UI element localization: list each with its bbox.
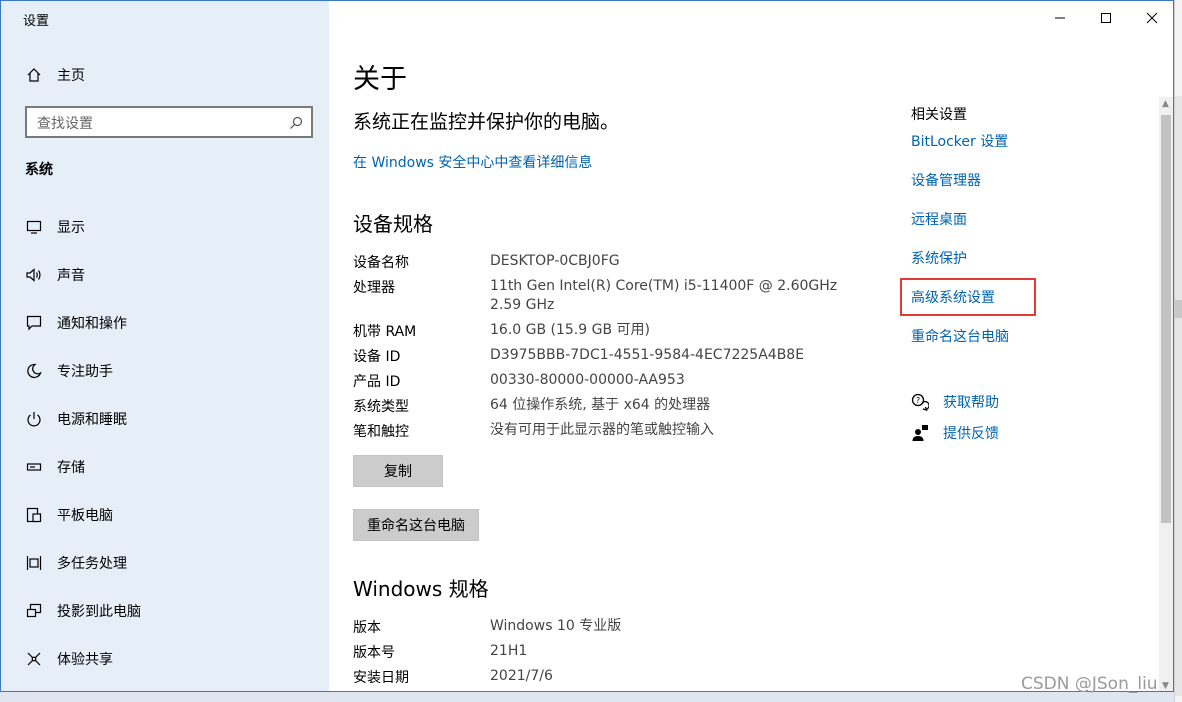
- page-title: 关于: [353, 64, 407, 95]
- bitlocker-settings-link[interactable]: BitLocker 设置: [911, 131, 1008, 151]
- give-feedback-label: 提供反馈: [943, 426, 999, 442]
- scroll-down-icon[interactable]: ▼: [1162, 681, 1169, 691]
- sidebar-item-label: 专注助手: [57, 364, 113, 380]
- sidebar-item-label: 平板电脑: [57, 508, 113, 524]
- watermark: CSDN @JSon_liu: [1021, 674, 1158, 694]
- spec-value: 11th Gen Intel(R) Core(TM) i5-11400F @ 2…: [490, 278, 838, 294]
- rename-pc-link[interactable]: 重命名这台电脑: [911, 326, 1009, 346]
- spec-key: 版本: [353, 620, 381, 636]
- advanced-system-settings-link[interactable]: 高级系统设置: [911, 287, 995, 307]
- search-input[interactable]: 查找设置: [25, 106, 313, 138]
- sidebar-section-system: 系统: [25, 162, 53, 178]
- background-scrollbar-thumb: [1175, 300, 1182, 318]
- spec-value-speed: 2.59 GHz: [490, 297, 555, 313]
- home-icon: [24, 65, 44, 85]
- sidebar-item-home[interactable]: 主页: [1, 55, 329, 95]
- security-center-link[interactable]: 在 Windows 安全中心中查看详细信息: [353, 152, 592, 172]
- power-icon: [24, 409, 44, 429]
- spec-key: 系统类型: [353, 399, 409, 415]
- spec-key: 机带 RAM: [353, 324, 417, 340]
- sidebar-item-label: 主页: [57, 68, 85, 84]
- sidebar-item-label: 多任务处理: [57, 556, 127, 572]
- spec-value: 00330-80000-00000-AA953: [490, 372, 685, 388]
- sidebar-item-label: 声音: [57, 268, 85, 284]
- spec-key: 设备 ID: [353, 349, 401, 365]
- sidebar-item-storage[interactable]: 存储: [1, 447, 329, 487]
- tablet-icon: [24, 505, 44, 525]
- sidebar-item-sound[interactable]: 声音: [1, 255, 329, 295]
- project-icon: [24, 601, 44, 621]
- sidebar-item-shared-experiences[interactable]: 体验共享: [1, 639, 329, 679]
- search-placeholder: 查找设置: [37, 116, 93, 132]
- spec-value: 2021/7/6: [490, 668, 553, 684]
- get-help-link[interactable]: ? 获取帮助: [911, 391, 999, 413]
- share-icon: [24, 649, 44, 669]
- spec-value: 16.0 GB (15.9 GB 可用): [490, 322, 650, 338]
- protection-status: 系统正在监控并保护你的电脑。: [353, 111, 620, 133]
- help-chat-icon: ?: [911, 393, 930, 411]
- windows-specs-heading: Windows 规格: [353, 577, 489, 601]
- spec-key: 笔和触控: [353, 424, 409, 440]
- spec-value: DESKTOP-0CBJ0FG: [490, 253, 620, 269]
- sidebar-item-focus-assist[interactable]: 专注助手: [1, 351, 329, 391]
- remote-desktop-link[interactable]: 远程桌面: [911, 209, 967, 229]
- scroll-up-icon[interactable]: ▲: [1162, 99, 1169, 109]
- scrollbar-thumb[interactable]: [1161, 115, 1171, 523]
- background-scrollbar: [1175, 96, 1182, 696]
- device-specs-heading: 设备规格: [353, 212, 433, 236]
- main-content: 关于 系统正在监控并保护你的电脑。 在 Windows 安全中心中查看详细信息 …: [329, 1, 1161, 691]
- moon-icon: [24, 361, 44, 381]
- spec-key: 产品 ID: [353, 374, 401, 390]
- speaker-icon: [24, 265, 44, 285]
- spec-value: 64 位操作系统, 基于 x64 的处理器: [490, 397, 711, 413]
- storage-icon: [24, 457, 44, 477]
- sidebar-item-notifications[interactable]: 通知和操作: [1, 303, 329, 343]
- spec-value: Windows 10 专业版: [490, 618, 622, 634]
- settings-window: 设置 主页 查找设置 系统 显示 声音 通知和操作 专注助手 电源和睡眠 存储 …: [0, 0, 1174, 692]
- system-protection-link[interactable]: 系统保护: [911, 248, 967, 268]
- spec-value: 21H1: [490, 643, 528, 659]
- taskbar-peek: [0, 692, 1174, 702]
- sidebar-item-label: 通知和操作: [57, 316, 127, 332]
- related-settings-heading: 相关设置: [911, 107, 967, 123]
- give-feedback-link[interactable]: 提供反馈: [911, 422, 999, 444]
- spec-key: 版本号: [353, 645, 395, 661]
- search-icon: [289, 115, 303, 129]
- copy-button[interactable]: 复制: [353, 455, 443, 487]
- sidebar-item-label: 投影到此电脑: [57, 604, 141, 620]
- feedback-icon: [911, 424, 929, 442]
- sidebar-item-label: 显示: [57, 220, 85, 236]
- notification-icon: [24, 313, 44, 333]
- sidebar-item-multitasking[interactable]: 多任务处理: [1, 543, 329, 583]
- spec-value: 没有可用于此显示器的笔或触控输入: [490, 422, 714, 438]
- vertical-scrollbar[interactable]: ▲ ▼: [1159, 97, 1173, 691]
- sidebar: 设置 主页 查找设置 系统 显示 声音 通知和操作 专注助手 电源和睡眠 存储 …: [1, 1, 329, 691]
- window-title: 设置: [23, 14, 50, 29]
- spec-key: 处理器: [353, 280, 395, 296]
- background-window-edge: [1174, 0, 1182, 702]
- sidebar-item-label: 存储: [57, 460, 85, 476]
- sidebar-item-label: 电源和睡眠: [57, 412, 127, 428]
- sidebar-item-project[interactable]: 投影到此电脑: [1, 591, 329, 631]
- multitask-icon: [24, 553, 44, 573]
- get-help-label: 获取帮助: [943, 395, 999, 411]
- spec-key: 安装日期: [353, 670, 409, 686]
- sidebar-item-power[interactable]: 电源和睡眠: [1, 399, 329, 439]
- sidebar-item-label: 体验共享: [57, 652, 113, 668]
- spec-key: 设备名称: [353, 255, 409, 271]
- sidebar-item-tablet[interactable]: 平板电脑: [1, 495, 329, 535]
- rename-pc-button[interactable]: 重命名这台电脑: [353, 509, 479, 541]
- spec-value: D3975BBB-7DC1-4551-9584-4EC7225A4B8E: [490, 347, 805, 363]
- monitor-icon: [24, 217, 44, 237]
- device-manager-link[interactable]: 设备管理器: [911, 170, 981, 190]
- sidebar-item-display[interactable]: 显示: [1, 207, 329, 247]
- svg-text:?: ?: [916, 396, 920, 405]
